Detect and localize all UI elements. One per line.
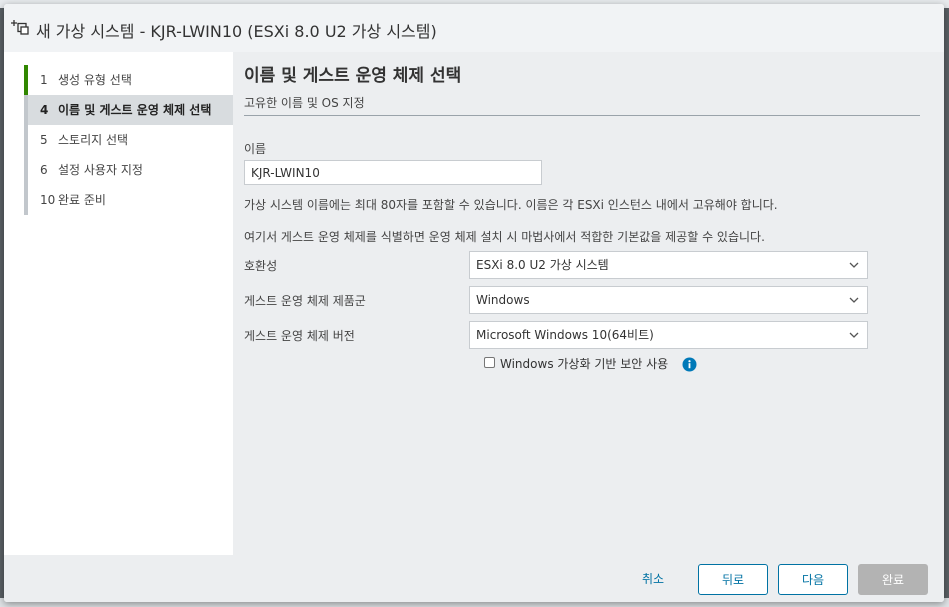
step-ready-to-complete[interactable]: 10 완료 준비: [28, 185, 233, 215]
os-version-label: 게스트 운영 체제 버전: [244, 329, 355, 343]
step-customize-settings[interactable]: 6 설정 사용자 지정: [28, 155, 233, 185]
wizard-steps: 1 생성 유형 선택 4 이름 및 게스트 운영 체제 선택 5 스토리지 선택 6설…: [4, 52, 233, 555]
name-hint: 가상 시스템 이름에는 최대 80자를 포함할 수 있습니다. 이름은 각 ES…: [244, 198, 778, 212]
new-vm-dialog: 새 가상 시스템 - KJR-LWIN10 (ESXi 8.0 U2 가상 시스…: [4, 4, 944, 602]
os-family-select[interactable]: Windows: [469, 286, 868, 314]
step-name-and-guest-os[interactable]: 4 이름 및 게스트 운영 체제 선택: [28, 95, 233, 125]
page-title: 이름 및 게스트 운영 체제 선택: [244, 66, 462, 86]
cancel-button[interactable]: 취소: [624, 564, 682, 595]
new-vm-icon: [11, 20, 29, 35]
vm-name-input[interactable]: [244, 160, 542, 185]
wizard-content: 이름 및 게스트 운영 체제 선택 고유한 이름 및 OS 지정 이름 가상 시…: [233, 52, 944, 555]
guest-os-hint: 여기서 게스트 운영 체제를 식별하면 운영 체제 설치 시 마법사에서 적합한…: [244, 230, 765, 244]
compatibility-value: ESXi 8.0 U2 가상 시스템: [476, 258, 609, 272]
title-divider: [244, 115, 920, 116]
dialog-footer: 취소 뒤로 다음 완료: [4, 555, 944, 602]
page-subtitle: 고유한 이름 및 OS 지정: [244, 96, 365, 110]
os-family-label: 게스트 운영 체제 제품군: [244, 294, 366, 308]
dialog-title: 새 가상 시스템 - KJR-LWIN10 (ESXi 8.0 U2 가상 시스…: [36, 22, 437, 41]
step-number: 4: [40, 103, 49, 117]
os-family-value: Windows: [476, 293, 530, 307]
step-number: 1: [40, 73, 48, 87]
step-label: 스토리지 선택: [58, 133, 129, 147]
finish-button[interactable]: 완료: [858, 564, 928, 595]
info-icon[interactable]: [682, 357, 697, 372]
back-button[interactable]: 뒤로: [698, 564, 768, 595]
step-number: 10: [40, 193, 56, 207]
name-label: 이름: [244, 142, 267, 156]
vbs-label[interactable]: Windows 가상화 기반 보안 사용: [500, 355, 668, 372]
os-version-value: Microsoft Windows 10(64비트): [476, 328, 654, 342]
step-label: 완료 준비: [58, 193, 106, 207]
step-number: 5: [40, 133, 48, 147]
chevron-down-icon: [849, 332, 859, 338]
step-number: 6: [40, 163, 48, 177]
next-button[interactable]: 다음: [778, 564, 848, 595]
step-label: 생성 유형 선택: [58, 73, 132, 87]
step-label: 이름 및 게스트 운영 체제 선택: [58, 103, 212, 117]
chevron-down-icon: [849, 297, 859, 303]
compatibility-select[interactable]: ESXi 8.0 U2 가상 시스템: [469, 251, 868, 279]
step-select-storage[interactable]: 5 스토리지 선택: [28, 125, 233, 155]
vbs-checkbox[interactable]: [484, 357, 495, 368]
chevron-down-icon: [849, 262, 859, 268]
step-select-creation-type[interactable]: 1 생성 유형 선택: [28, 65, 233, 95]
compatibility-label: 호환성: [244, 259, 278, 273]
dialog-header: 새 가상 시스템 - KJR-LWIN10 (ESXi 8.0 U2 가상 시스…: [4, 4, 944, 52]
os-version-select[interactable]: Microsoft Windows 10(64비트): [469, 321, 868, 349]
step-label: 설정 사용자 지정: [58, 163, 143, 177]
